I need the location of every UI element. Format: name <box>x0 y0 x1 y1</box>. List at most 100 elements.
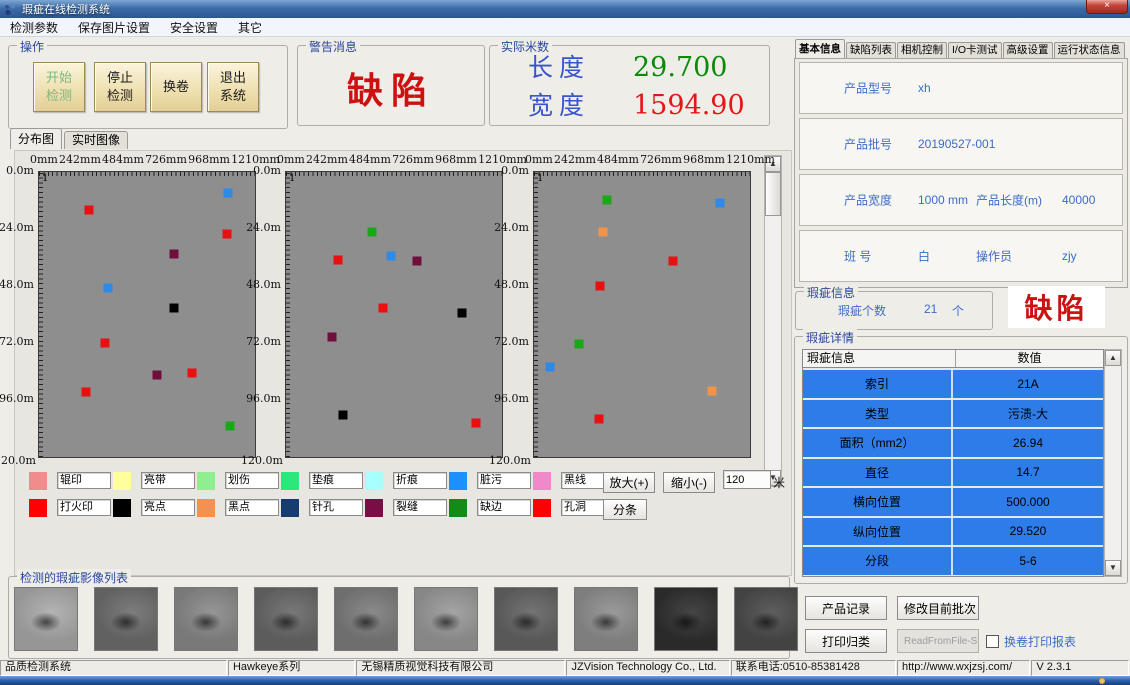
defect-point-green[interactable] <box>602 196 611 205</box>
stop-detection-button[interactable]: 停止 检测 <box>94 62 146 112</box>
legend-label-box[interactable]: 针孔 <box>309 499 363 516</box>
legend-row-1: 辊印亮带划伤垫痕折痕脏污黑线织构连续 <box>27 467 605 494</box>
product-record-button[interactable]: 产品记录 <box>805 596 887 620</box>
legend-label-box[interactable]: 划伤 <box>225 472 279 489</box>
defect-point-green[interactable] <box>226 421 235 430</box>
exit-system-button[interactable]: 退出 系统 <box>207 62 259 112</box>
defect-thumbnail-7[interactable] <box>494 587 558 651</box>
operation-group: 操作 开始 检测停止 检测换卷退出 系统 <box>8 45 288 129</box>
defect-thumbnail-2[interactable] <box>94 587 158 651</box>
tab-basic-info[interactable]: 基本信息 <box>795 39 845 58</box>
defect-point-blue[interactable] <box>546 362 555 371</box>
defect-point-orange[interactable] <box>708 386 717 395</box>
defect-point-red[interactable] <box>222 230 231 239</box>
menu-item-1[interactable]: 保存图片设置 <box>68 18 160 37</box>
legend-label-box[interactable]: 亮点 <box>141 499 195 516</box>
tab-realtime-image[interactable]: 实时图像 <box>64 131 128 149</box>
table-row[interactable]: 类型污渍-大 <box>803 398 1103 428</box>
menu-item-2[interactable]: 安全设置 <box>160 18 228 37</box>
legend-label-box[interactable]: 孔洞 <box>561 499 605 516</box>
defect-point-red[interactable] <box>333 256 342 265</box>
zoom-in-button[interactable]: 放大(+) <box>603 472 655 493</box>
defect-point-maroon[interactable] <box>413 256 422 265</box>
table-scroll-up-icon[interactable]: ▲ <box>1105 350 1121 366</box>
plot-scrollbar-thumb[interactable] <box>765 172 781 216</box>
defect-point-black[interactable] <box>169 303 178 312</box>
table-row[interactable]: 直径14.7 <box>803 457 1103 487</box>
table-row[interactable]: 纵向位置29.520 <box>803 516 1103 546</box>
defect-point-red[interactable] <box>472 419 481 428</box>
plot-scrollbar[interactable]: ▲ ▼ <box>764 155 782 487</box>
defect-thumbnail-3[interactable] <box>174 587 238 651</box>
app-icon <box>4 3 17 15</box>
legend-label-box[interactable]: 黑线 <box>561 472 605 489</box>
menu-item-3[interactable]: 其它 <box>228 18 272 37</box>
defect-point-red[interactable] <box>594 415 603 424</box>
tab-advanced-settings[interactable]: 高级设置 <box>1003 42 1053 58</box>
defect-thumbnail-4[interactable] <box>254 587 318 651</box>
defect-thumbnail-1[interactable] <box>14 587 78 651</box>
defect-point-green[interactable] <box>367 228 376 237</box>
legend-swatch <box>29 499 47 517</box>
right-panel-tab-strip: 基本信息缺陷列表相机控制I/O卡测试高级设置运行状态信息 <box>795 40 1129 58</box>
menu-item-0[interactable]: 检测参数 <box>0 18 68 37</box>
table-scroll-down-icon[interactable]: ▼ <box>1105 560 1121 576</box>
defect-point-red[interactable] <box>187 368 196 377</box>
defect-point-red[interactable] <box>595 282 604 291</box>
legend-label-box[interactable]: 缺边 <box>477 499 531 516</box>
defect-point-red[interactable] <box>668 256 677 265</box>
defect-point-red[interactable] <box>82 387 91 396</box>
tab-defect-list[interactable]: 缺陷列表 <box>846 42 896 58</box>
table-scrollbar[interactable]: ▲ ▼ <box>1104 349 1122 577</box>
print-report-checkbox[interactable] <box>986 635 999 648</box>
table-row[interactable]: 分段5-6 <box>803 545 1103 575</box>
x-tick-label: 0mm <box>30 153 58 166</box>
legend-label-box[interactable]: 亮带 <box>141 472 195 489</box>
defect-point-red[interactable] <box>101 339 110 348</box>
defect-point-blue[interactable] <box>103 283 112 292</box>
table-row[interactable]: 面积（mm2）26.94 <box>803 427 1103 457</box>
defect-thumbnail-10[interactable] <box>734 587 798 651</box>
table-row[interactable]: 索引21A <box>803 368 1103 398</box>
range-input[interactable] <box>723 470 771 489</box>
defect-point-blue[interactable] <box>387 252 396 261</box>
taskbar-notification-icon[interactable] <box>1099 678 1105 684</box>
info-row-2: 产品批号20190527-001 <box>799 118 1123 170</box>
legend-label-box[interactable]: 折痕 <box>393 472 447 489</box>
modify-current-batch-button[interactable]: 修改目前批次 <box>897 596 979 620</box>
legend-label-box[interactable]: 打火印 <box>57 499 111 516</box>
legend-label-box[interactable]: 辊印 <box>57 472 111 489</box>
defect-thumbnail-5[interactable] <box>334 587 398 651</box>
defect-point-blue[interactable] <box>224 189 233 198</box>
distribution-plot-area: ▲ ▼ 辊印亮带划伤垫痕折痕脏污黑线织构连续打火印亮点黑点针孔裂缝缺边孔洞 放大… <box>14 150 792 576</box>
defect-point-green[interactable] <box>574 340 583 349</box>
split-button[interactable]: 分条 <box>603 499 647 520</box>
defect-point-orange[interactable] <box>598 228 607 237</box>
zoom-out-button[interactable]: 缩小(-) <box>663 472 715 493</box>
defect-point-black[interactable] <box>338 411 347 420</box>
start-detection-button[interactable]: 开始 检测 <box>33 62 85 112</box>
print-classify-button[interactable]: 打印归类 <box>805 629 887 653</box>
defect-point-red[interactable] <box>378 303 387 312</box>
defect-point-black[interactable] <box>458 309 467 318</box>
tab-camera-control[interactable]: 相机控制 <box>897 42 947 58</box>
defect-point-maroon[interactable] <box>169 250 178 259</box>
tab-distribution-map[interactable]: 分布图 <box>10 128 62 149</box>
defect-thumbnail-8[interactable] <box>574 587 638 651</box>
windows-taskbar[interactable] <box>0 676 1130 685</box>
defect-point-maroon[interactable] <box>327 333 336 342</box>
defect-thumbnail-9[interactable] <box>654 587 718 651</box>
legend-label-box[interactable]: 裂缝 <box>393 499 447 516</box>
table-row[interactable]: 横向位置500.000 <box>803 486 1103 516</box>
tab-io-card-test[interactable]: I/O卡测试 <box>948 42 1002 58</box>
close-button[interactable]: × <box>1086 0 1128 14</box>
defect-point-maroon[interactable] <box>152 370 161 379</box>
tab-running-status[interactable]: 运行状态信息 <box>1054 42 1125 58</box>
defect-point-red[interactable] <box>84 206 93 215</box>
defect-thumbnail-6[interactable] <box>414 587 478 651</box>
legend-label-box[interactable]: 黑点 <box>225 499 279 516</box>
legend-label-box[interactable]: 垫痕 <box>309 472 363 489</box>
defect-point-blue[interactable] <box>716 199 725 208</box>
legend-label-box[interactable]: 脏污 <box>477 472 531 489</box>
change-roll-button[interactable]: 换卷 <box>150 62 202 112</box>
